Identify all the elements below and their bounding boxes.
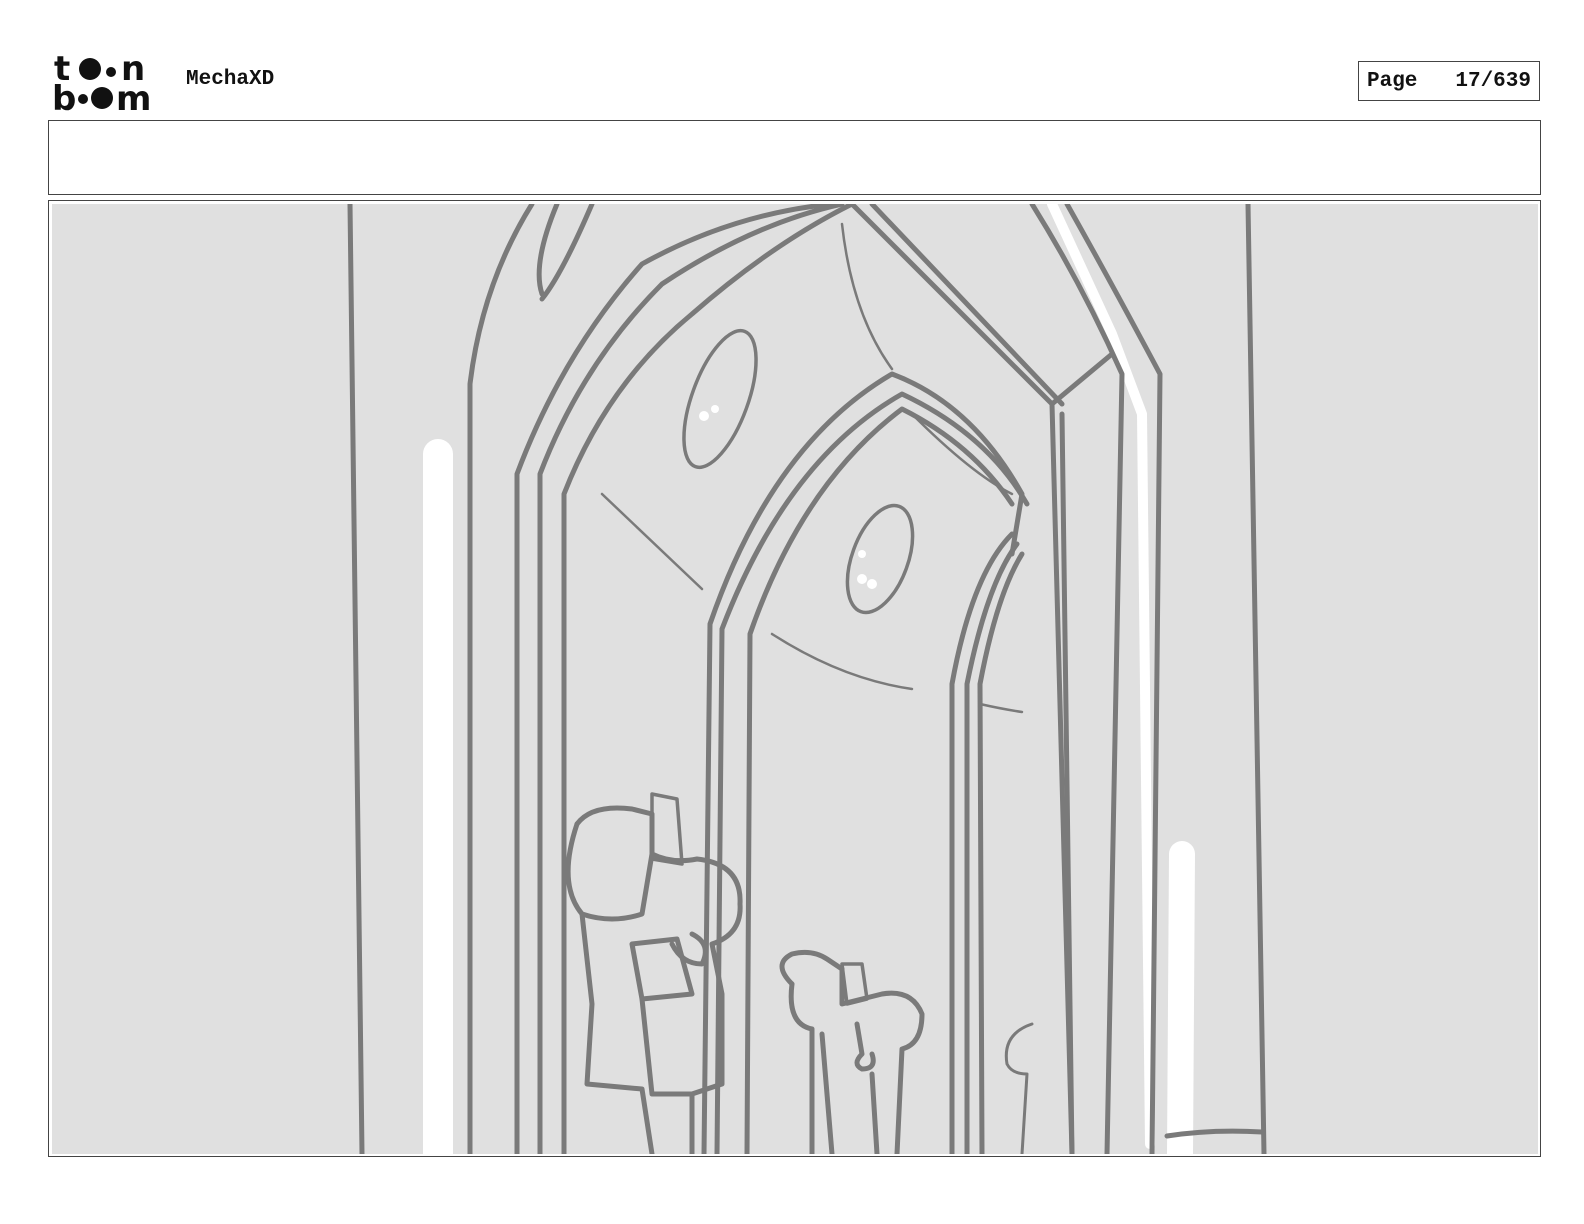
page-number: 17/639	[1455, 69, 1531, 93]
project-title: MechaXD	[186, 68, 275, 91]
page-label: Page	[1367, 69, 1418, 93]
svg-text:m: m	[116, 79, 151, 112]
caption-box	[48, 120, 1541, 195]
toonboom-logo-icon: t n b m	[52, 52, 151, 112]
svg-text:b: b	[52, 79, 76, 112]
panel-sketch	[52, 204, 1538, 1154]
storyboard-panel	[48, 200, 1541, 1157]
page-indicator: Page 17/639	[1358, 61, 1540, 101]
